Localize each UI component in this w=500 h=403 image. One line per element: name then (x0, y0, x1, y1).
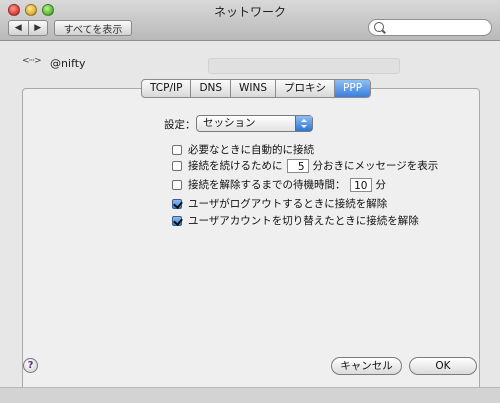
window-title: ネットワーク (213, 5, 286, 19)
ok-button[interactable]: OK (409, 357, 477, 375)
option-keepalive[interactable]: 接続を続けるために 5 分おきにメッセージを表示 (172, 158, 438, 173)
tab-ppp[interactable]: PPP (335, 80, 371, 97)
tab-tcpip[interactable]: TCP/IP (142, 80, 192, 97)
logout-checkbox[interactable] (172, 198, 182, 209)
search-field[interactable] (368, 19, 492, 36)
ppp-options-sheet (22, 88, 480, 392)
auto-connect-label: 必要なときに自動的に接続 (188, 144, 314, 156)
popup-arrows-icon (295, 116, 312, 131)
keepalive-checkbox[interactable] (172, 160, 182, 171)
idle-prefix: 接続を解除するまでの待機時間： (188, 179, 346, 191)
tab-proxy[interactable]: プロキシ (276, 80, 336, 97)
modem-icon (22, 56, 42, 70)
option-logout-disconnect[interactable]: ユーザがログアウトするときに接続を解除 (172, 196, 387, 211)
connection-header: @nifty (22, 56, 86, 70)
logout-label: ユーザがログアウトするときに接続を解除 (188, 198, 388, 210)
back-forward-control[interactable]: ◀ ▶ (8, 20, 48, 36)
settings-label: 設定： (164, 119, 196, 131)
cancel-button[interactable]: キャンセル (331, 357, 402, 375)
keepalive-minutes-field[interactable]: 5 (286, 158, 309, 173)
help-button[interactable]: ? (23, 358, 38, 373)
tab-dns[interactable]: DNS (191, 80, 232, 97)
settings-popup-value: セッション (203, 117, 256, 129)
settings-popup[interactable]: セッション (196, 115, 313, 132)
forward-icon[interactable]: ▶ (29, 21, 48, 35)
background-location-popup (208, 58, 400, 74)
tab-bar: TCP/IP DNS WINS プロキシ PPP (141, 79, 372, 98)
network-preferences-window: ネットワーク ◀ ▶ すべてを表示 @nifty TCP/IP DNS WINS… (0, 0, 500, 403)
option-idle-timeout[interactable]: 接続を解除するまでの待機時間： 10 分 (172, 177, 386, 192)
idle-suffix: 分 (375, 179, 387, 191)
show-all-button[interactable]: すべてを表示 (54, 20, 132, 36)
keepalive-prefix: 接続を続けるために (188, 160, 283, 172)
search-icon (374, 22, 384, 32)
tab-wins[interactable]: WINS (231, 80, 277, 97)
switch-user-checkbox[interactable] (172, 215, 182, 226)
option-switch-user-disconnect[interactable]: ユーザアカウントを切り替えたときに接続を解除 (172, 213, 419, 228)
title-bar: ネットワーク ◀ ▶ すべてを表示 (0, 0, 500, 41)
back-icon[interactable]: ◀ (9, 21, 29, 35)
idle-checkbox[interactable] (172, 179, 182, 190)
idle-minutes-field[interactable]: 10 (349, 177, 372, 192)
option-auto-connect[interactable]: 必要なときに自動的に接続 (172, 142, 314, 157)
connection-name: @nifty (50, 56, 86, 70)
auto-connect-checkbox[interactable] (172, 144, 182, 155)
switch-user-label: ユーザアカウントを切り替えたときに接続を解除 (188, 215, 419, 227)
keepalive-suffix: 分おきにメッセージを表示 (312, 160, 439, 172)
bottom-bar (0, 387, 500, 403)
